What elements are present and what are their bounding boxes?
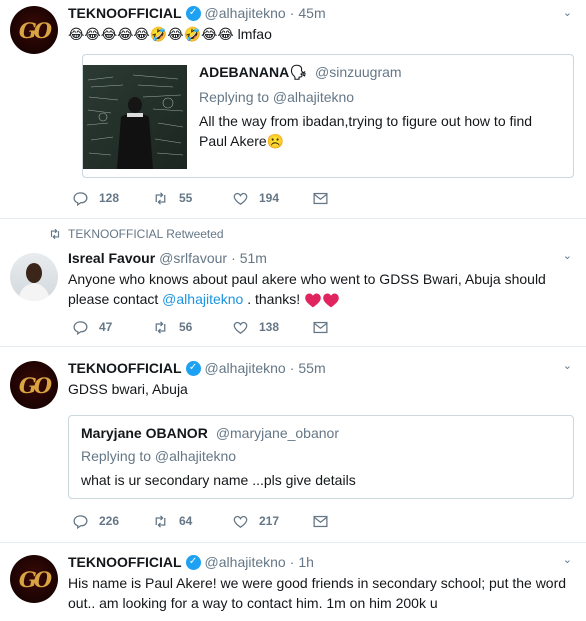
verified-icon: ✓ bbox=[185, 554, 201, 570]
reply-button[interactable]: 128 bbox=[72, 190, 152, 207]
like-button[interactable]: 194 bbox=[232, 190, 312, 207]
chevron-down-icon[interactable]: ⌄ bbox=[563, 553, 572, 566]
timestamp[interactable]: 1h bbox=[298, 553, 314, 571]
retweet-icon bbox=[50, 228, 60, 240]
reply-button[interactable]: 47 bbox=[72, 319, 152, 336]
quote-handle[interactable]: @maryjane_obanor bbox=[216, 424, 339, 442]
avatar[interactable]: GO bbox=[10, 361, 58, 409]
retweet-count: 64 bbox=[179, 514, 193, 528]
tweet-actions: 226 64 217 bbox=[72, 511, 392, 531]
retweeted-label[interactable]: TEKNOOFFICIAL Retweeted bbox=[68, 227, 224, 241]
avatar[interactable]: GO bbox=[10, 6, 58, 54]
tweet-header: TEKNOOFFICIAL ✓ @alhajitekno · 45m bbox=[68, 0, 574, 22]
heart-icon bbox=[233, 321, 248, 334]
tweet-text: 😂😂😂😂😂🤣😂🤣😂😂 lmfao bbox=[68, 26, 272, 42]
handle[interactable]: @alhajitekno bbox=[205, 4, 286, 22]
quote-handle[interactable]: @sinzuugram bbox=[315, 63, 402, 81]
envelope-icon bbox=[313, 321, 328, 333]
verified-icon: ✓ bbox=[185, 360, 201, 376]
chalkboard-man-image bbox=[86, 74, 184, 169]
reply-icon bbox=[73, 191, 88, 206]
tweet-header: TEKNOOFFICIAL ✓ @alhajitekno · 1h bbox=[68, 543, 574, 571]
tweet-actions: 128 55 194 bbox=[72, 188, 392, 208]
quote-body: Maryjane OBANOR @maryjane_obanor Replyin… bbox=[69, 416, 368, 498]
retweet-button[interactable]: 55 bbox=[152, 190, 232, 207]
retweet-count: 55 bbox=[179, 191, 193, 205]
handle[interactable]: @alhajitekno bbox=[205, 359, 286, 377]
handle[interactable]: @alhajitekno bbox=[205, 553, 286, 571]
replying-to: Replying to @alhajitekno bbox=[81, 448, 237, 464]
retweet-icon bbox=[155, 191, 166, 205]
verified-icon: ✓ bbox=[185, 5, 201, 21]
mention-link[interactable]: @alhajitekno bbox=[162, 291, 243, 307]
timestamp[interactable]: 45m bbox=[298, 4, 325, 22]
retweet-count: 56 bbox=[179, 320, 193, 334]
display-name[interactable]: TEKNOOFFICIAL bbox=[68, 553, 182, 571]
quoted-tweet[interactable]: Maryjane OBANOR @maryjane_obanor Replyin… bbox=[68, 415, 574, 499]
reply-count: 226 bbox=[99, 514, 120, 528]
quote-image bbox=[83, 65, 187, 169]
quote-body: ADEBANANA🗣 @sinzuugram Replying to @alha… bbox=[187, 55, 566, 177]
display-name[interactable]: TEKNOOFFICIAL bbox=[68, 359, 182, 377]
retweet-icon bbox=[155, 514, 166, 528]
tweet-text: Anyone who knows about paul akere who we… bbox=[68, 271, 546, 308]
avatar[interactable]: GO bbox=[10, 555, 58, 603]
message-button[interactable] bbox=[312, 513, 392, 530]
display-name[interactable]: Isreal Favour bbox=[68, 249, 155, 267]
tweet[interactable]: GO TEKNOOFFICIAL ✓ @alhajitekno · 45m ⌄ … bbox=[0, 0, 586, 219]
quote-text: All the way from ibadan,trying to figure… bbox=[199, 113, 533, 149]
quoted-tweet[interactable]: ADEBANANA🗣 @sinzuugram Replying to @alha… bbox=[82, 54, 574, 178]
quote-text: what is ur secondary name ...pls give de… bbox=[81, 472, 356, 488]
like-count: 138 bbox=[259, 320, 280, 334]
timestamp[interactable]: 55m bbox=[298, 359, 325, 377]
quote-display-name[interactable]: Maryjane OBANOR bbox=[81, 424, 208, 442]
message-button[interactable] bbox=[312, 319, 392, 336]
retweet-button[interactable]: 56 bbox=[152, 319, 232, 336]
tweet-actions: 47 56 138 bbox=[72, 317, 392, 337]
separator-dot: · bbox=[231, 250, 236, 266]
tweet[interactable]: TEKNOOFFICIAL Retweeted Isreal Favour @s… bbox=[0, 219, 586, 347]
tweet-header: TEKNOOFFICIAL ✓ @alhajitekno · 55m bbox=[68, 347, 574, 377]
reply-button[interactable]: 226 bbox=[72, 513, 152, 530]
tweet[interactable]: GO TEKNOOFFICIAL ✓ @alhajitekno · 1h ⌄ H… bbox=[0, 543, 586, 621]
display-name[interactable]: TEKNOOFFICIAL bbox=[68, 4, 182, 22]
red-heart-icon bbox=[323, 293, 339, 308]
like-button[interactable]: 217 bbox=[232, 513, 312, 530]
separator-dot: · bbox=[289, 554, 295, 570]
handle[interactable]: @srlfavour bbox=[159, 249, 227, 267]
avatar[interactable] bbox=[10, 253, 58, 301]
red-heart-icon bbox=[305, 293, 321, 308]
chevron-down-icon[interactable]: ⌄ bbox=[563, 6, 572, 19]
like-count: 217 bbox=[259, 514, 280, 528]
tweet-text: GDSS bwari, Abuja bbox=[68, 381, 188, 397]
reply-count: 47 bbox=[99, 320, 113, 334]
retweeted-by: TEKNOOFFICIAL Retweeted bbox=[48, 227, 224, 241]
heart-icon bbox=[233, 515, 248, 528]
tweet-text: His name is Paul Akere! we were good fri… bbox=[68, 575, 567, 611]
separator-dot: · bbox=[289, 5, 295, 21]
person-photo bbox=[18, 263, 50, 301]
envelope-icon bbox=[313, 192, 328, 204]
reply-icon bbox=[73, 514, 88, 529]
tweet[interactable]: GO TEKNOOFFICIAL ✓ @alhajitekno · 55m ⌄ … bbox=[0, 347, 586, 543]
chevron-down-icon[interactable]: ⌄ bbox=[563, 359, 572, 372]
like-button[interactable]: 138 bbox=[232, 319, 312, 336]
separator-dot: · bbox=[289, 360, 295, 376]
message-button[interactable] bbox=[312, 190, 392, 207]
reply-count: 128 bbox=[99, 191, 120, 205]
quote-display-name[interactable]: ADEBANANA🗣 bbox=[199, 63, 307, 81]
replying-to: Replying to @alhajitekno bbox=[199, 89, 355, 105]
retweet-button[interactable]: 64 bbox=[152, 513, 232, 530]
envelope-icon bbox=[313, 515, 328, 527]
heart-icon bbox=[233, 192, 248, 205]
timestamp[interactable]: 51m bbox=[240, 249, 267, 267]
like-count: 194 bbox=[259, 191, 280, 205]
retweet-icon bbox=[155, 320, 166, 334]
chevron-down-icon[interactable]: ⌄ bbox=[563, 249, 572, 262]
reply-icon bbox=[73, 320, 88, 335]
